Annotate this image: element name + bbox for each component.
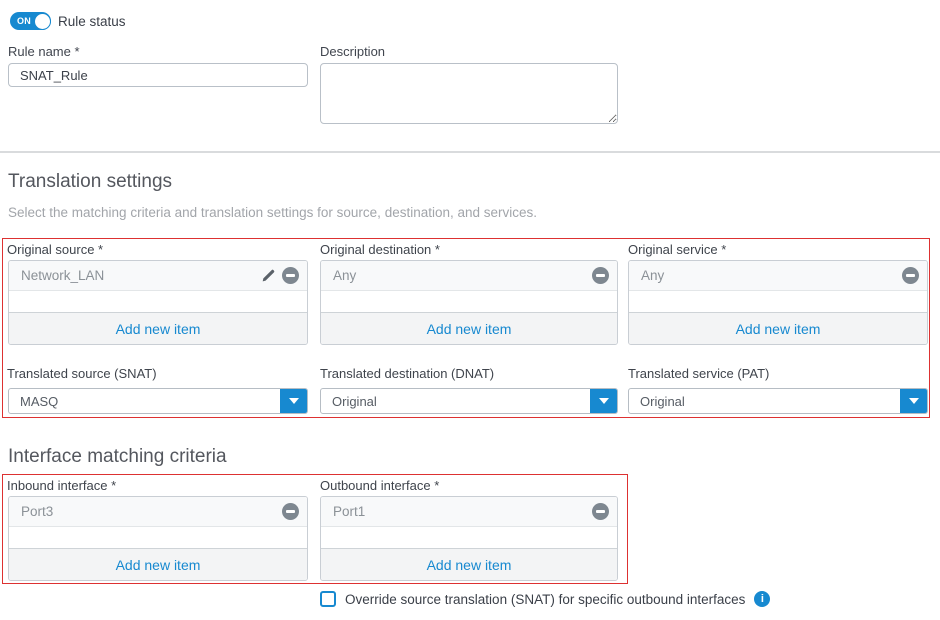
chevron-down-icon[interactable] [590, 389, 617, 413]
rule-status-toggle[interactable]: ON [10, 12, 51, 30]
listbox-empty-area [629, 291, 927, 312]
rule-name-label: Rule name * [8, 44, 80, 59]
list-item-label: Any [333, 268, 592, 283]
add-new-item-button[interactable]: Add new item [321, 312, 617, 344]
original-service-listbox: Any Add new item [628, 260, 928, 345]
list-item-label: Network_LAN [21, 268, 260, 283]
rule-name-field[interactable] [8, 63, 308, 87]
translation-settings-subtitle: Select the matching criteria and transla… [8, 205, 537, 220]
listbox-empty-area [321, 527, 617, 548]
list-item-label: Port1 [333, 504, 592, 519]
translated-service-value: Original [629, 394, 900, 409]
override-snat-row: Override source translation (SNAT) for s… [320, 591, 770, 607]
add-new-item-label: Add new item [427, 321, 512, 337]
add-new-item-button[interactable]: Add new item [321, 548, 617, 580]
rule-status-row: ON Rule status [10, 12, 126, 30]
translated-source-select[interactable]: MASQ [8, 388, 308, 414]
toggle-on-label: ON [17, 16, 31, 26]
remove-icon[interactable] [592, 503, 609, 520]
remove-icon[interactable] [902, 267, 919, 284]
list-item: Port1 [321, 497, 617, 527]
translated-service-select[interactable]: Original [628, 388, 928, 414]
add-new-item-label: Add new item [116, 321, 201, 337]
remove-icon[interactable] [282, 503, 299, 520]
translated-source-value: MASQ [9, 394, 280, 409]
description-label: Description [320, 44, 385, 59]
add-new-item-button[interactable]: Add new item [9, 312, 307, 344]
list-item: Network_LAN [9, 261, 307, 291]
add-new-item-label: Add new item [116, 557, 201, 573]
section-divider [0, 151, 940, 153]
list-item: Port3 [9, 497, 307, 527]
add-new-item-label: Add new item [427, 557, 512, 573]
outbound-interface-listbox: Port1 Add new item [320, 496, 618, 581]
outbound-interface-label: Outbound interface * [320, 478, 439, 493]
add-new-item-label: Add new item [736, 321, 821, 337]
snat-rule-form: ON Rule status Rule name * Description T… [0, 0, 940, 620]
info-icon[interactable]: i [754, 591, 770, 607]
list-item-label: Any [641, 268, 902, 283]
rule-status-label: Rule status [58, 14, 126, 29]
original-source-listbox: Network_LAN Add new item [8, 260, 308, 345]
edit-pencil-icon[interactable] [260, 268, 276, 284]
original-source-label: Original source * [7, 242, 103, 257]
original-destination-listbox: Any Add new item [320, 260, 618, 345]
listbox-empty-area [9, 527, 307, 548]
translated-service-label: Translated service (PAT) [628, 366, 769, 381]
list-item-label: Port3 [21, 504, 282, 519]
override-snat-checkbox[interactable] [320, 591, 336, 607]
original-service-label: Original service * [628, 242, 726, 257]
add-new-item-button[interactable]: Add new item [9, 548, 307, 580]
translated-destination-value: Original [321, 394, 590, 409]
add-new-item-button[interactable]: Add new item [629, 312, 927, 344]
chevron-down-icon[interactable] [900, 389, 927, 413]
inbound-interface-label: Inbound interface * [7, 478, 116, 493]
description-field[interactable] [320, 63, 618, 124]
translation-settings-heading: Translation settings [8, 171, 172, 193]
original-destination-label: Original destination * [320, 242, 440, 257]
interface-matching-heading: Interface matching criteria [8, 446, 227, 468]
chevron-down-icon[interactable] [280, 389, 307, 413]
list-item: Any [629, 261, 927, 291]
override-snat-label: Override source translation (SNAT) for s… [345, 592, 745, 607]
toggle-knob [34, 13, 51, 30]
translated-destination-select[interactable]: Original [320, 388, 618, 414]
inbound-interface-listbox: Port3 Add new item [8, 496, 308, 581]
translated-destination-label: Translated destination (DNAT) [320, 366, 494, 381]
remove-icon[interactable] [282, 267, 299, 284]
remove-icon[interactable] [592, 267, 609, 284]
listbox-empty-area [321, 291, 617, 312]
translated-source-label: Translated source (SNAT) [7, 366, 157, 381]
listbox-empty-area [9, 291, 307, 312]
list-item: Any [321, 261, 617, 291]
